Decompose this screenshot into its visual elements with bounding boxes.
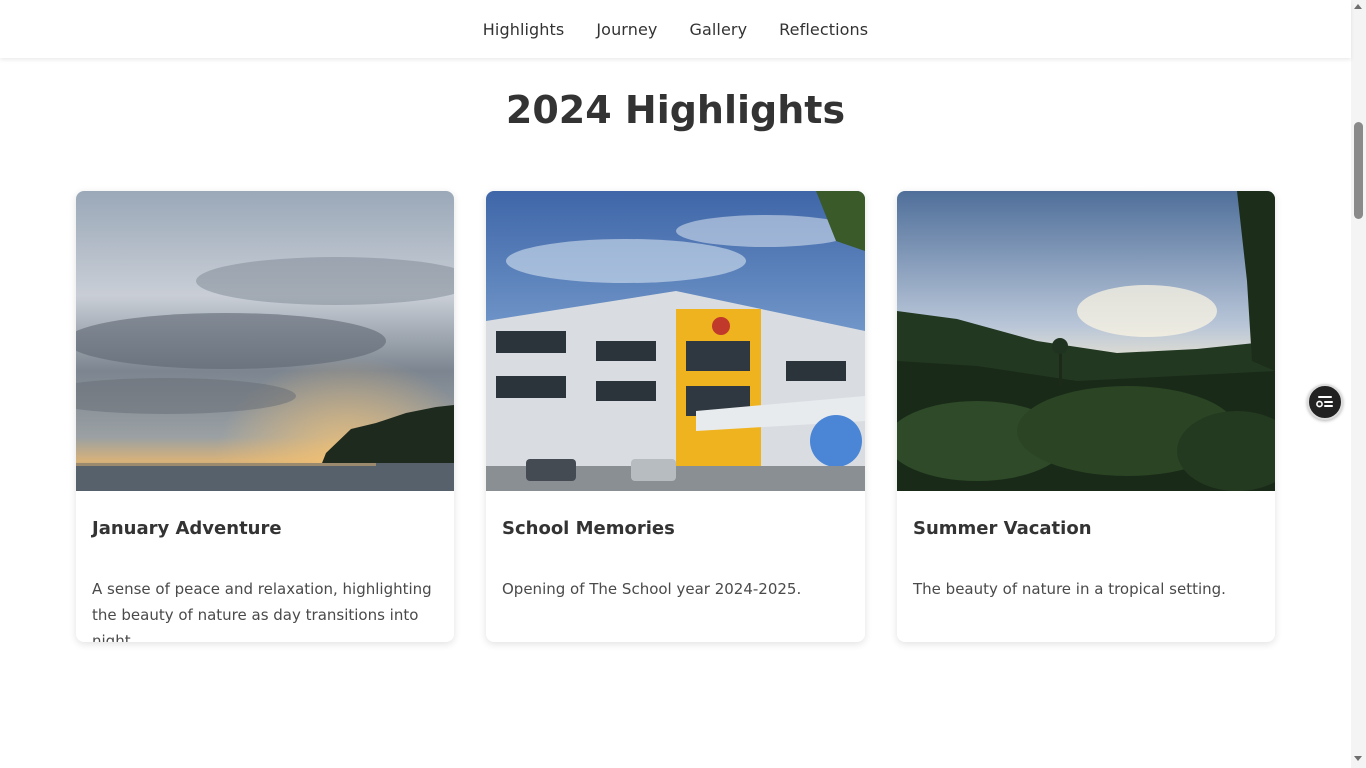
card-title: School Memories — [502, 518, 675, 539]
card-description: A sense of peace and relaxation, highlig… — [92, 580, 432, 642]
card-title: Summer Vacation — [913, 518, 1092, 539]
card-title: January Adventure — [92, 518, 282, 539]
scroll-up-arrow-icon[interactable] — [1354, 4, 1362, 9]
card-description: The beauty of nature in a tropical setti… — [913, 580, 1226, 598]
nav-item-journey[interactable]: Journey — [596, 20, 657, 39]
page-title: 2024 Highlights — [505, 88, 846, 132]
sunset-sea-clouds-photo — [76, 191, 454, 491]
nav-item-gallery[interactable]: Gallery — [689, 20, 747, 39]
nav-item-reflections[interactable]: Reflections — [779, 20, 868, 39]
card-description: Opening of The School year 2024-2025. — [502, 580, 802, 598]
table-of-contents-button[interactable] — [1307, 384, 1343, 420]
vertical-scrollbar[interactable] — [1351, 0, 1366, 768]
highlight-card[interactable]: January Adventure A sense of peace and r… — [76, 191, 454, 642]
nav-item-highlights[interactable]: Highlights — [483, 20, 565, 39]
highlight-card[interactable]: Summer Vacation The beauty of nature in … — [897, 191, 1275, 642]
scroll-down-arrow-icon[interactable] — [1354, 756, 1362, 761]
top-navigation: Highlights Journey Gallery Reflections — [0, 0, 1351, 58]
school-building-photo — [486, 191, 865, 491]
toc-list-icon — [1316, 396, 1333, 408]
highlights-card-grid: January Adventure A sense of peace and r… — [76, 191, 1275, 642]
scrollbar-thumb[interactable] — [1354, 122, 1363, 219]
tropical-forest-photo — [897, 191, 1275, 491]
highlight-card[interactable]: School Memories Opening of The School ye… — [486, 191, 865, 642]
